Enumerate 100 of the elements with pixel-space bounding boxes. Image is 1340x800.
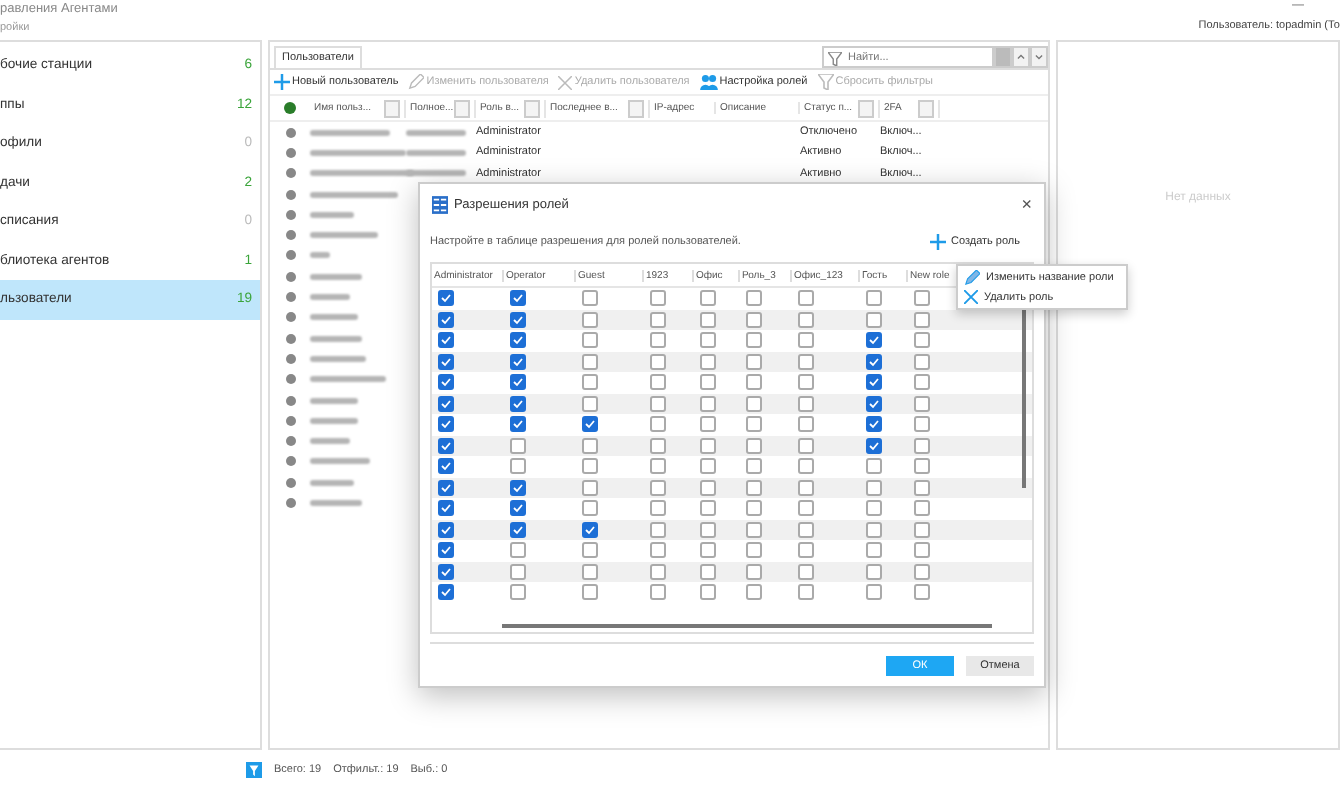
checkbox[interactable] <box>438 395 454 412</box>
checkbox[interactable] <box>914 542 930 559</box>
checkbox[interactable] <box>700 416 716 433</box>
checkbox[interactable] <box>650 500 666 517</box>
checkbox[interactable] <box>510 563 526 580</box>
checkbox[interactable] <box>582 584 598 601</box>
checkbox[interactable] <box>510 332 526 349</box>
checkbox[interactable] <box>798 290 814 307</box>
checkbox[interactable] <box>866 374 882 391</box>
checkbox[interactable] <box>746 395 762 412</box>
checkbox[interactable] <box>866 479 882 496</box>
checkbox[interactable] <box>510 311 526 328</box>
checkbox[interactable] <box>700 458 716 475</box>
checkbox[interactable] <box>438 332 454 349</box>
checkbox[interactable] <box>650 542 666 559</box>
checkbox[interactable] <box>700 479 716 496</box>
checkbox[interactable] <box>582 311 598 328</box>
checkbox[interactable] <box>746 521 762 538</box>
checkbox[interactable] <box>582 290 598 307</box>
checkbox[interactable] <box>582 563 598 580</box>
checkbox[interactable] <box>700 584 716 601</box>
down-icon[interactable] <box>1030 46 1048 68</box>
checkbox[interactable] <box>700 353 716 370</box>
scrollbar[interactable] <box>502 624 992 628</box>
checkbox[interactable] <box>746 584 762 601</box>
checkbox[interactable] <box>650 374 666 391</box>
checkbox[interactable] <box>746 374 762 391</box>
checkbox[interactable] <box>798 311 814 328</box>
checkbox[interactable] <box>798 500 814 517</box>
checkbox[interactable] <box>798 479 814 496</box>
checkbox[interactable] <box>650 584 666 601</box>
checkbox[interactable] <box>866 416 882 433</box>
checkbox[interactable] <box>510 500 526 517</box>
checkbox[interactable] <box>582 332 598 349</box>
checkbox[interactable] <box>510 584 526 601</box>
checkbox[interactable] <box>510 416 526 433</box>
checkbox[interactable] <box>650 521 666 538</box>
checkbox[interactable] <box>798 458 814 475</box>
checkbox[interactable] <box>866 500 882 517</box>
checkbox[interactable] <box>798 395 814 412</box>
checkbox[interactable] <box>700 563 716 580</box>
checkbox[interactable] <box>582 521 598 538</box>
checkbox[interactable] <box>798 563 814 580</box>
checkbox[interactable] <box>746 437 762 454</box>
checkbox[interactable] <box>582 542 598 559</box>
checkbox[interactable] <box>510 437 526 454</box>
checkbox[interactable] <box>438 311 454 328</box>
checkbox[interactable] <box>914 353 930 370</box>
checkbox[interactable] <box>510 395 526 412</box>
checkbox[interactable] <box>438 353 454 370</box>
checkbox[interactable] <box>746 563 762 580</box>
checkbox[interactable] <box>650 437 666 454</box>
checkbox[interactable] <box>510 458 526 475</box>
checkbox[interactable] <box>914 479 930 496</box>
checkbox[interactable] <box>866 437 882 454</box>
checkbox[interactable] <box>914 416 930 433</box>
checkbox[interactable] <box>438 521 454 538</box>
checkbox[interactable] <box>866 521 882 538</box>
checkbox[interactable] <box>582 353 598 370</box>
checkbox[interactable] <box>746 542 762 559</box>
checkbox[interactable] <box>700 290 716 307</box>
checkbox[interactable] <box>798 353 814 370</box>
checkbox[interactable] <box>914 374 930 391</box>
checkbox[interactable] <box>746 500 762 517</box>
checkbox[interactable] <box>914 311 930 328</box>
checkbox[interactable] <box>510 542 526 559</box>
checkbox[interactable] <box>650 479 666 496</box>
checkbox[interactable] <box>510 374 526 391</box>
checkbox[interactable] <box>650 458 666 475</box>
checkbox[interactable] <box>700 395 716 412</box>
checkbox[interactable] <box>438 479 454 496</box>
checkbox[interactable] <box>650 395 666 412</box>
checkbox[interactable] <box>582 374 598 391</box>
checkbox[interactable] <box>510 521 526 538</box>
checkbox[interactable] <box>582 479 598 496</box>
checkbox[interactable] <box>700 542 716 559</box>
checkbox[interactable] <box>746 458 762 475</box>
checkbox[interactable] <box>650 311 666 328</box>
checkbox[interactable] <box>798 584 814 601</box>
checkbox[interactable] <box>914 563 930 580</box>
checkbox[interactable] <box>798 374 814 391</box>
checkbox[interactable] <box>582 395 598 412</box>
checkbox[interactable] <box>438 290 454 307</box>
checkbox[interactable] <box>700 374 716 391</box>
checkbox[interactable] <box>914 584 930 601</box>
checkbox[interactable] <box>582 416 598 433</box>
checkbox[interactable] <box>746 353 762 370</box>
checkbox[interactable] <box>650 353 666 370</box>
checkbox[interactable] <box>914 395 930 412</box>
checkbox[interactable] <box>510 353 526 370</box>
checkbox[interactable] <box>582 500 598 517</box>
checkbox[interactable] <box>798 542 814 559</box>
checkbox[interactable] <box>746 416 762 433</box>
checkbox[interactable] <box>914 290 930 307</box>
checkbox[interactable] <box>798 437 814 454</box>
checkbox[interactable] <box>438 416 454 433</box>
checkbox[interactable] <box>746 479 762 496</box>
checkbox[interactable] <box>866 290 882 307</box>
close-button[interactable]: × <box>1021 194 1032 214</box>
checkbox[interactable] <box>866 458 882 475</box>
